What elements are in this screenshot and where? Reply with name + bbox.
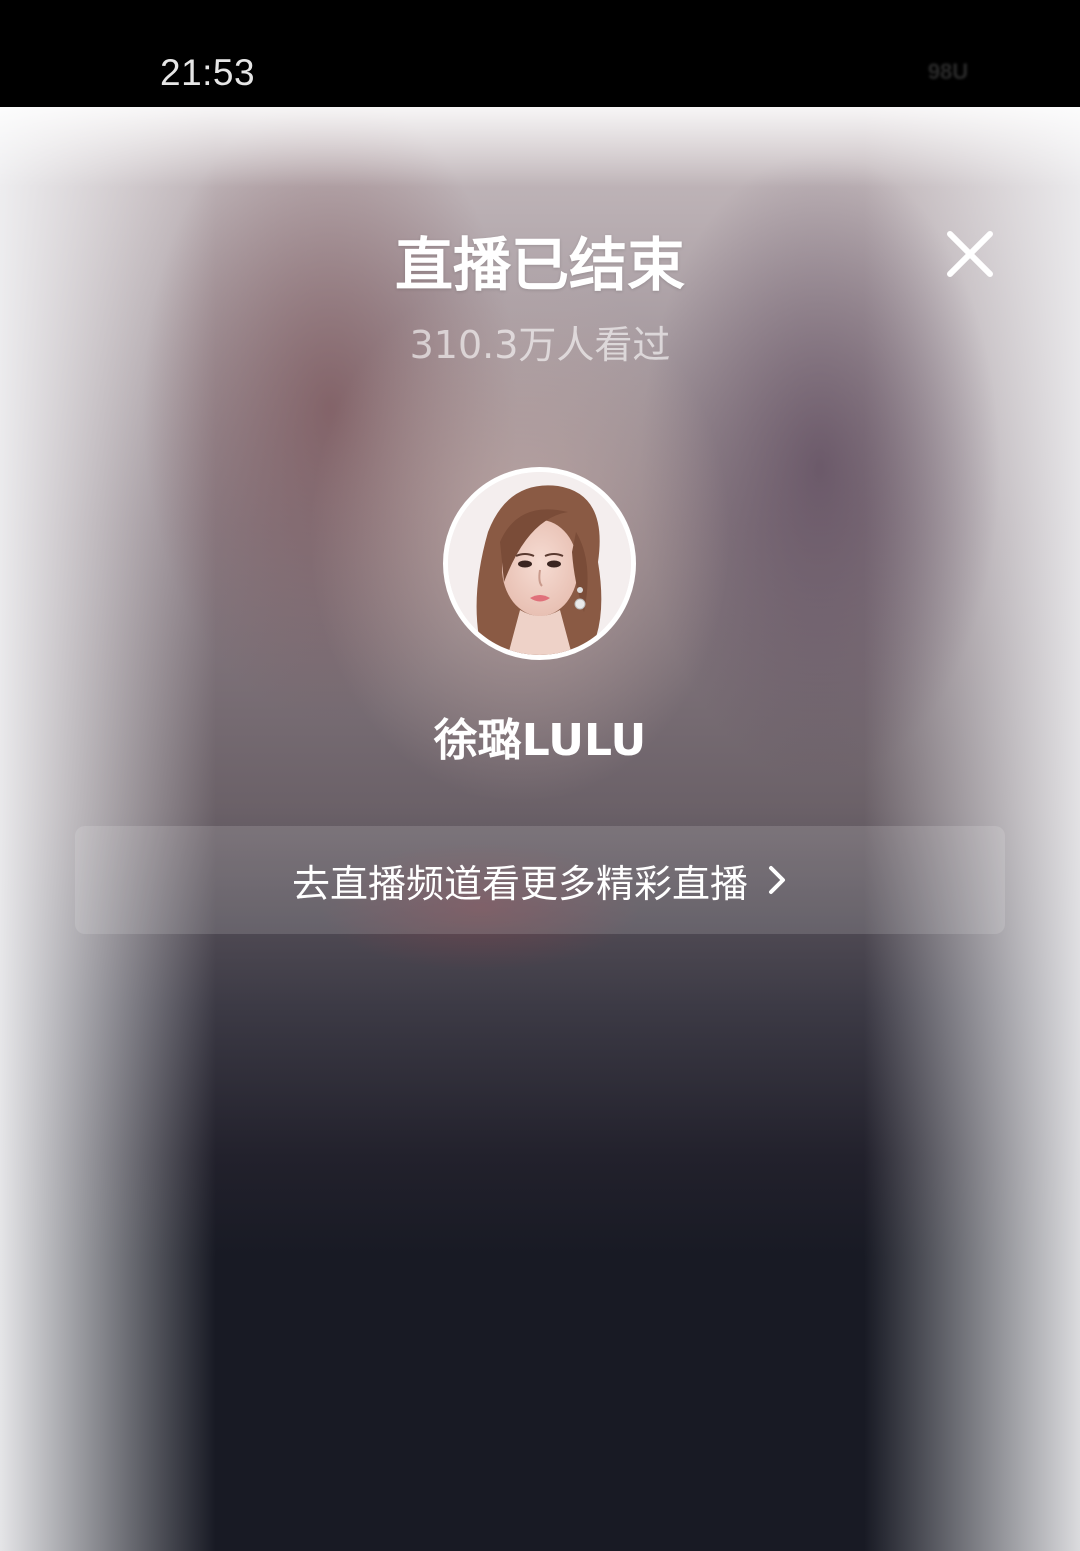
live-ended-screen: 21:53 98U 直播已结束 310.3万人看过 徐璐LULU 去直播频道看更…	[0, 0, 1080, 1551]
close-button[interactable]	[940, 224, 1000, 284]
chevron-right-icon	[769, 866, 785, 894]
status-bar: 21:53 98U	[0, 0, 1080, 107]
avatar[interactable]	[443, 467, 636, 660]
live-channel-button[interactable]: 去直播频道看更多精彩直播	[75, 826, 1005, 934]
viewer-count: 310.3万人看过	[409, 323, 671, 367]
status-indicator: 98U	[927, 59, 969, 84]
page-title: 直播已结束	[394, 231, 685, 299]
background-top-fade	[0, 107, 1080, 187]
live-channel-button-label: 去直播频道看更多精彩直播	[291, 861, 748, 906]
streamer-name[interactable]: 徐璐LULU	[0, 704, 1080, 768]
avatar-photo	[448, 472, 631, 655]
close-icon	[947, 231, 993, 277]
status-time: 21:53	[160, 52, 256, 93]
